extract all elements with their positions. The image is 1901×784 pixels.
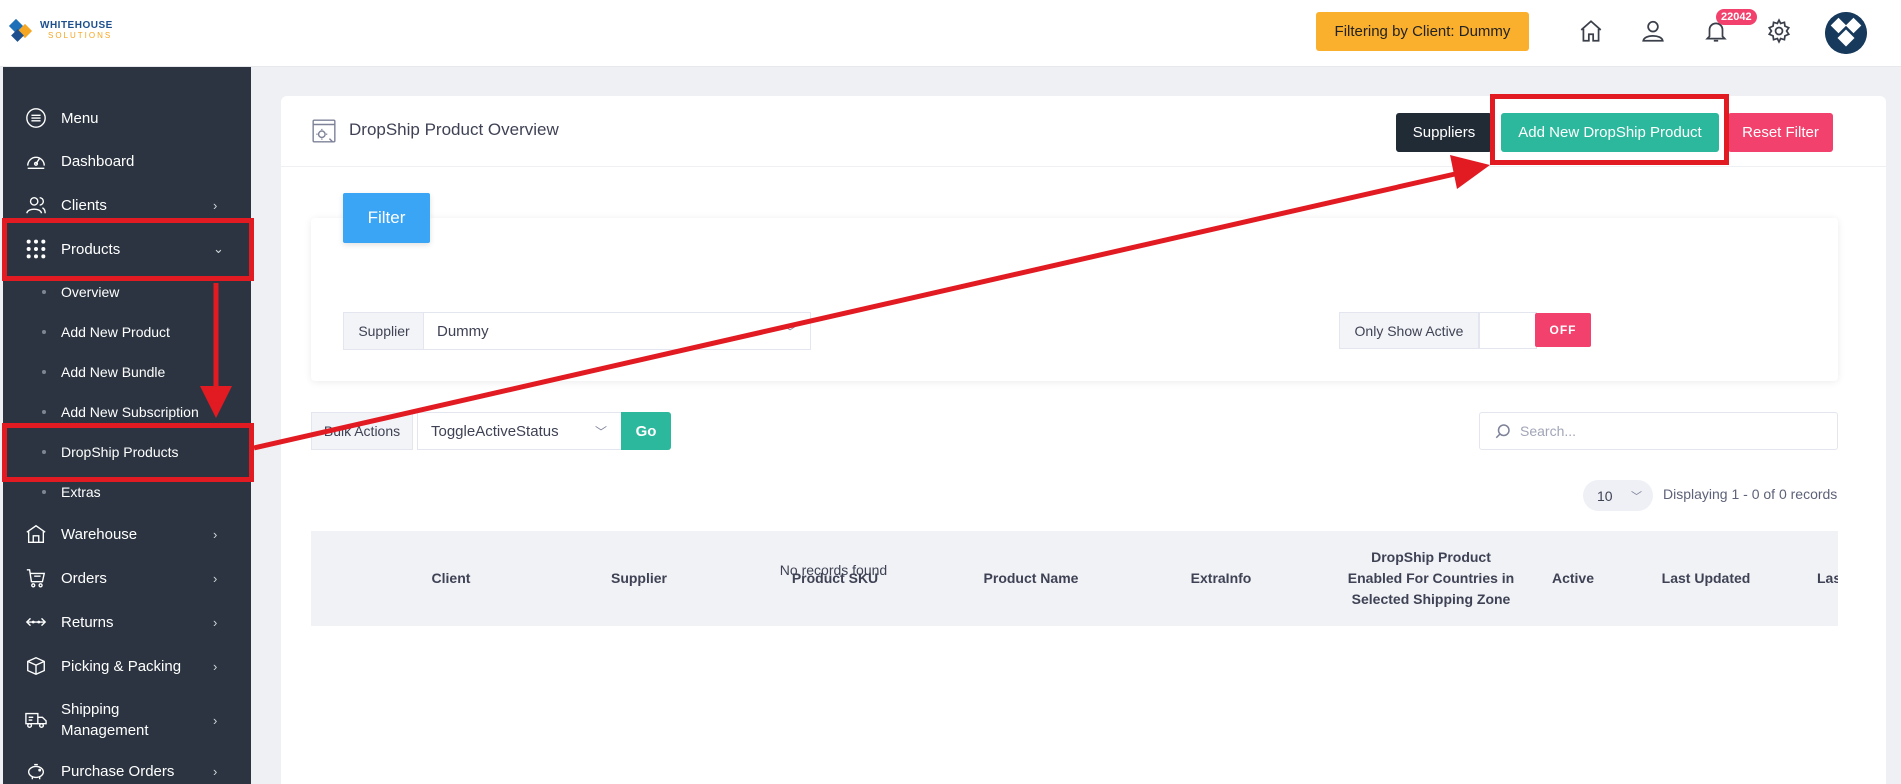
logo-icon [8,18,34,44]
supplier-select-value: Dummy [437,322,489,340]
supplier-select[interactable]: Dummy ﹀ [423,312,811,350]
only-show-active-toggle-track[interactable] [1479,312,1537,349]
sidebar-subitem-label: Add New Product [61,324,170,340]
sidebar: Menu Dashboard Clients › Products ⌄ Over… [3,67,251,784]
bullet-icon [42,290,46,294]
bullet-icon [42,450,46,454]
sidebar-item-picking-packing[interactable]: Picking & Packing › [3,646,251,686]
sidebar-item-warehouse[interactable]: Warehouse › [3,514,251,554]
bulk-actions-select[interactable]: ToggleActiveStatus ﹀ [417,412,622,450]
avatar[interactable] [1825,12,1867,54]
logo-line1: WHITEHOUSE [40,20,113,31]
main-card: DropShip Product Overview Suppliers Add … [281,96,1886,784]
chevron-right-icon: › [213,712,218,728]
sidebar-item-returns[interactable]: Returns › [3,602,251,642]
sidebar-item-label: Returns [61,613,114,631]
piggy-bank-icon [25,760,47,782]
sidebar-item-clients[interactable]: Clients › [3,185,251,225]
sidebar-subitem-overview[interactable]: Overview [3,274,251,310]
sidebar-subitem-add-new-product[interactable]: Add New Product [3,314,251,350]
page-size-value: 10 [1597,487,1613,504]
gear-icon[interactable] [1766,18,1794,46]
truck-icon [25,709,47,731]
sidebar-item-label: Purchase Orders [61,762,175,780]
sidebar-item-purchase-orders[interactable]: Purchase Orders › [3,751,251,784]
chevron-down-icon: ﹀ [594,424,607,439]
column-dropship-enabled[interactable]: DropShip Product Enabled For Countries i… [1331,547,1531,610]
column-last-truncated[interactable]: Las [1817,568,1838,589]
sidebar-subitem-label: Extras [61,484,101,500]
home-icon[interactable] [1578,18,1606,46]
bulk-actions-select-value: ToggleActiveStatus [431,422,559,440]
box-icon [25,655,47,677]
menu-icon [25,107,47,129]
suppliers-button[interactable]: Suppliers [1396,113,1492,152]
search-input[interactable]: Search... [1479,412,1838,450]
filter-panel [311,218,1838,381]
user-icon[interactable] [1640,18,1668,46]
logo-line2: SOLUTIONS [48,31,113,40]
chevron-down-icon: ﹀ [1631,490,1642,503]
sidebar-subitem-label: Add New Subscription [61,404,199,420]
chevron-right-icon: › [213,614,218,630]
go-button[interactable]: Go [621,412,671,450]
chevron-down-icon: ⌄ [213,241,224,256]
users-icon [25,194,47,216]
sidebar-item-label: Clients [61,196,107,214]
sidebar-item-label-line1: Shipping [61,701,120,718]
sidebar-item-label: Dashboard [61,152,135,170]
only-show-active-label: Only Show Active [1339,312,1479,349]
sidebar-item-label: Warehouse [61,525,138,543]
page-title: DropShip Product Overview [349,120,559,139]
sidebar-item-label: Shipping Management [61,699,149,741]
sidebar-item-products[interactable]: Products ⌄ [3,229,251,269]
bullet-icon [42,490,46,494]
search-icon [1494,422,1512,440]
sidebar-item-label: Products [61,240,121,258]
sidebar-subitem-add-new-subscription[interactable]: Add New Subscription [3,394,251,430]
empty-table-message: No records found [779,562,888,578]
bullet-icon [42,370,46,374]
supplier-label: Supplier [343,312,425,350]
column-dropship-enabled-line3: Selected Shipping Zone [1351,591,1511,607]
chevron-right-icon: › [213,197,218,213]
table-header: Client Supplier Product SKU Product Name… [311,531,1838,626]
chevron-right-icon: › [213,658,218,674]
reset-filter-button[interactable]: Reset Filter [1728,113,1833,152]
returns-icon [25,611,47,633]
sidebar-item-menu[interactable]: Menu [3,98,251,138]
bullet-icon [42,330,46,334]
sidebar-item-shipping-management[interactable]: Shipping Management › [3,696,251,744]
search-placeholder: Search... [1520,423,1577,439]
only-show-active-toggle[interactable]: OFF [1535,313,1591,347]
sidebar-subitem-dropship-products[interactable]: DropShip Products [3,434,251,470]
chevron-down-icon: ﹀ [783,324,796,339]
warehouse-icon [25,523,47,545]
notification-count-badge: 22042 [1716,9,1757,25]
brand-logo[interactable]: WHITEHOUSE SOLUTIONS [8,18,113,44]
sidebar-item-label-line2: Management [61,722,149,739]
bulk-actions-label: Bulk Actions [311,412,413,450]
sidebar-item-label: Picking & Packing [61,657,182,675]
top-header: WHITEHOUSE SOLUTIONS Filtering by Client… [0,0,1901,67]
filter-tab[interactable]: Filter [343,193,430,243]
sidebar-item-label: Menu [61,109,99,127]
bullet-icon [42,410,46,414]
add-new-dropship-product-button[interactable]: Add New DropShip Product [1501,113,1719,152]
chevron-right-icon: › [213,763,218,779]
sidebar-subitem-add-new-bundle[interactable]: Add New Bundle [3,354,251,390]
sidebar-subitem-extras[interactable]: Extras [3,474,251,510]
card-header: DropShip Product Overview Suppliers Add … [281,96,1886,167]
page-size-select[interactable]: 10 ﹀ [1583,480,1653,511]
sidebar-subitem-label: Overview [61,284,120,300]
sidebar-subitem-label: DropShip Products [61,444,179,460]
dashboard-icon [25,150,47,172]
sidebar-subitem-label: Add New Bundle [61,364,166,380]
grid-icon [25,238,47,260]
document-settings-icon [311,118,337,144]
records-count: Displaying 1 - 0 of 0 records [1663,486,1838,502]
client-filter-badge[interactable]: Filtering by Client: Dummy [1316,12,1529,51]
sidebar-item-dashboard[interactable]: Dashboard [3,141,251,181]
chevron-right-icon: › [213,526,218,542]
